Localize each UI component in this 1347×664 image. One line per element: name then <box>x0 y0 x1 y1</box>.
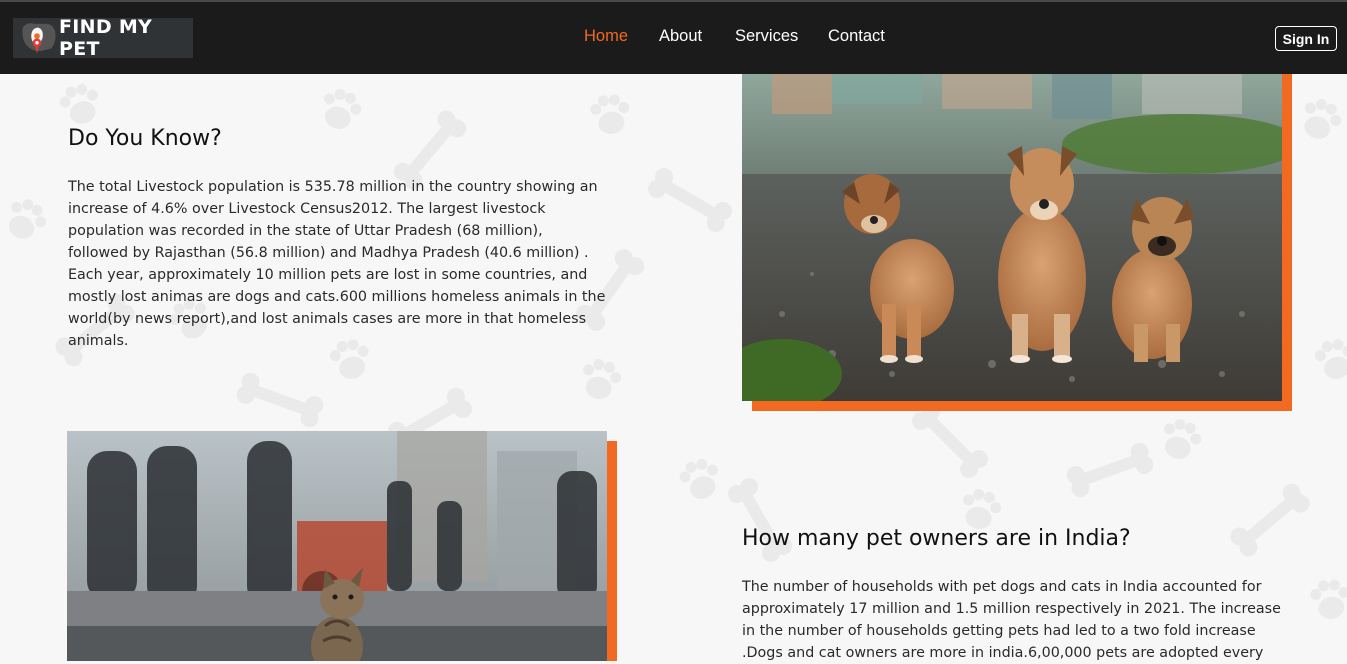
cat-photo-frame <box>67 431 617 661</box>
section-paragraph-pet-owners: The number of households with pet dogs a… <box>742 576 1302 664</box>
nav-contact[interactable]: Contact <box>828 27 885 46</box>
paragraph-line: animals. <box>68 333 129 349</box>
paragraph-line: .Dogs and cat owners are more in india.6… <box>742 645 1264 661</box>
three-puppies-photo <box>742 74 1282 401</box>
nav-home[interactable]: Home <box>584 27 628 46</box>
paragraph-line: mostly lost animas are dogs and cats.600… <box>68 289 606 305</box>
puppies-photo-frame <box>742 74 1292 411</box>
nav-services[interactable]: Services <box>735 27 798 46</box>
paragraph-line: Each year, approximately 10 million pets… <box>68 267 588 283</box>
paragraph-line: increase of 4.6% over Livestock Census20… <box>68 201 546 217</box>
nav-about[interactable]: About <box>659 27 702 46</box>
section-title-pet-owners: How many pet owners are in India? <box>742 526 1131 551</box>
section-paragraph-livestock: The total Livestock population is 535.78… <box>68 176 628 352</box>
street-cat-photo <box>67 431 607 661</box>
paragraph-line: approximately 17 million and 1.5 million… <box>742 601 1281 617</box>
paragraph-line: in the number of households getting pets… <box>742 623 1256 639</box>
sign-in-button[interactable]: Sign In <box>1275 26 1337 51</box>
navbar: FIND MY PET Home About Services Contact … <box>0 0 1347 74</box>
paragraph-line: The number of households with pet dogs a… <box>742 579 1262 595</box>
section-title-do-you-know: Do You Know? <box>68 126 222 151</box>
paragraph-line: The total Livestock population is 535.78… <box>68 179 598 195</box>
paragraph-line: population was recorded in the state of … <box>68 223 543 239</box>
paragraph-line: followed by Rajasthan (56.8 million) and… <box>68 245 589 261</box>
paragraph-line: world(by news report),and lost animals c… <box>68 311 587 327</box>
nav-links: Home About Services Contact <box>0 27 1347 51</box>
